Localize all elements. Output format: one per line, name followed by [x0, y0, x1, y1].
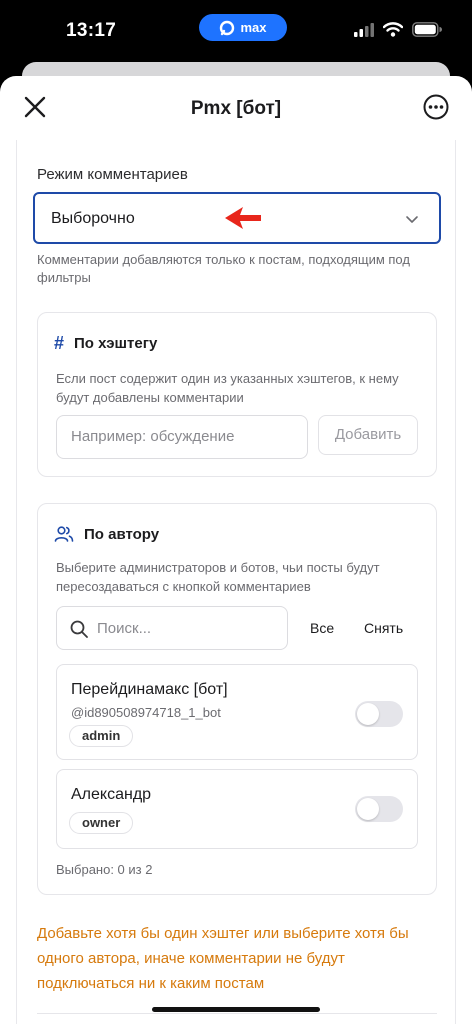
warning-text: Добавьте хотя бы один хэштег или выберит… — [37, 925, 409, 992]
battery-icon — [412, 22, 442, 37]
selected-count: Выбрано: 0 из 2 — [56, 862, 153, 877]
search-placeholder: Поиск... — [97, 620, 152, 637]
status-bar: 13:17 max — [0, 0, 472, 62]
author-toggle[interactable] — [355, 701, 403, 727]
toggle-knob — [357, 798, 379, 820]
app-pill-label: max — [240, 20, 267, 35]
wifi-icon — [383, 22, 403, 37]
page-title: Pmx [бот] — [190, 98, 282, 119]
nav-bar: Pmx [бот] — [0, 76, 472, 140]
author-handle: @id890508974718_1_bot — [71, 705, 221, 720]
hashtag-card-header: # По хэштегу — [54, 333, 157, 354]
comment-mode-label: Режим комментариев — [37, 166, 188, 183]
red-arrow-annotation-icon — [225, 207, 261, 229]
role-badge: owner — [69, 812, 134, 834]
author-search-input[interactable]: Поиск... — [56, 606, 288, 650]
role-badge: admin — [69, 725, 134, 747]
author-card-title: По автору — [84, 525, 160, 543]
search-icon — [70, 620, 88, 638]
author-row[interactable]: Александр owner — [56, 769, 418, 849]
select-all-button[interactable]: Все — [310, 620, 334, 636]
hash-icon: # — [54, 333, 65, 353]
author-toggle[interactable] — [355, 796, 403, 822]
status-time: 13:17 — [66, 20, 117, 41]
hashtag-input[interactable]: Например: обсуждение — [56, 415, 308, 459]
hashtag-card-description: Если пост содержит один из указанных хэш… — [56, 371, 399, 405]
author-card-description: Выберите администраторов и ботов, чьи по… — [56, 560, 380, 594]
users-icon — [54, 526, 74, 542]
signal-icon — [354, 22, 374, 37]
divider — [37, 1013, 437, 1014]
author-card-header: По автору — [54, 524, 159, 544]
bottom-sheet: Pmx [бот] Режим комментариев Выборочно К… — [0, 76, 472, 1024]
comment-mode-hint: Комментарии добавляются только к постам,… — [37, 252, 410, 285]
status-icons — [354, 22, 442, 37]
toggle-knob — [357, 703, 379, 725]
comment-mode-value: Выборочно — [51, 210, 135, 227]
max-logo-icon — [220, 20, 235, 35]
more-options-icon[interactable] — [422, 93, 450, 121]
comment-mode-select[interactable]: Выборочно — [33, 192, 441, 244]
hashtag-filter-card: # По хэштегу Если пост содержит один из … — [37, 312, 437, 477]
hashtag-card-title: По хэштегу — [74, 335, 158, 352]
home-indicator — [152, 1007, 320, 1012]
author-row[interactable]: Перейдинамакс [бот] @id890508974718_1_bo… — [56, 664, 418, 760]
author-name: Перейдинамакс [бот] — [71, 681, 228, 698]
add-hashtag-button[interactable]: Добавить — [318, 415, 418, 455]
app-pill[interactable]: max — [199, 14, 287, 41]
clear-selection-button[interactable]: Снять — [364, 620, 403, 636]
author-filter-card: По автору Выберите администраторов и бот… — [37, 503, 437, 895]
chevron-down-icon — [406, 216, 418, 223]
settings-content: Режим комментариев Выборочно Комментарии… — [16, 140, 456, 1024]
author-name: Александр — [71, 786, 152, 803]
